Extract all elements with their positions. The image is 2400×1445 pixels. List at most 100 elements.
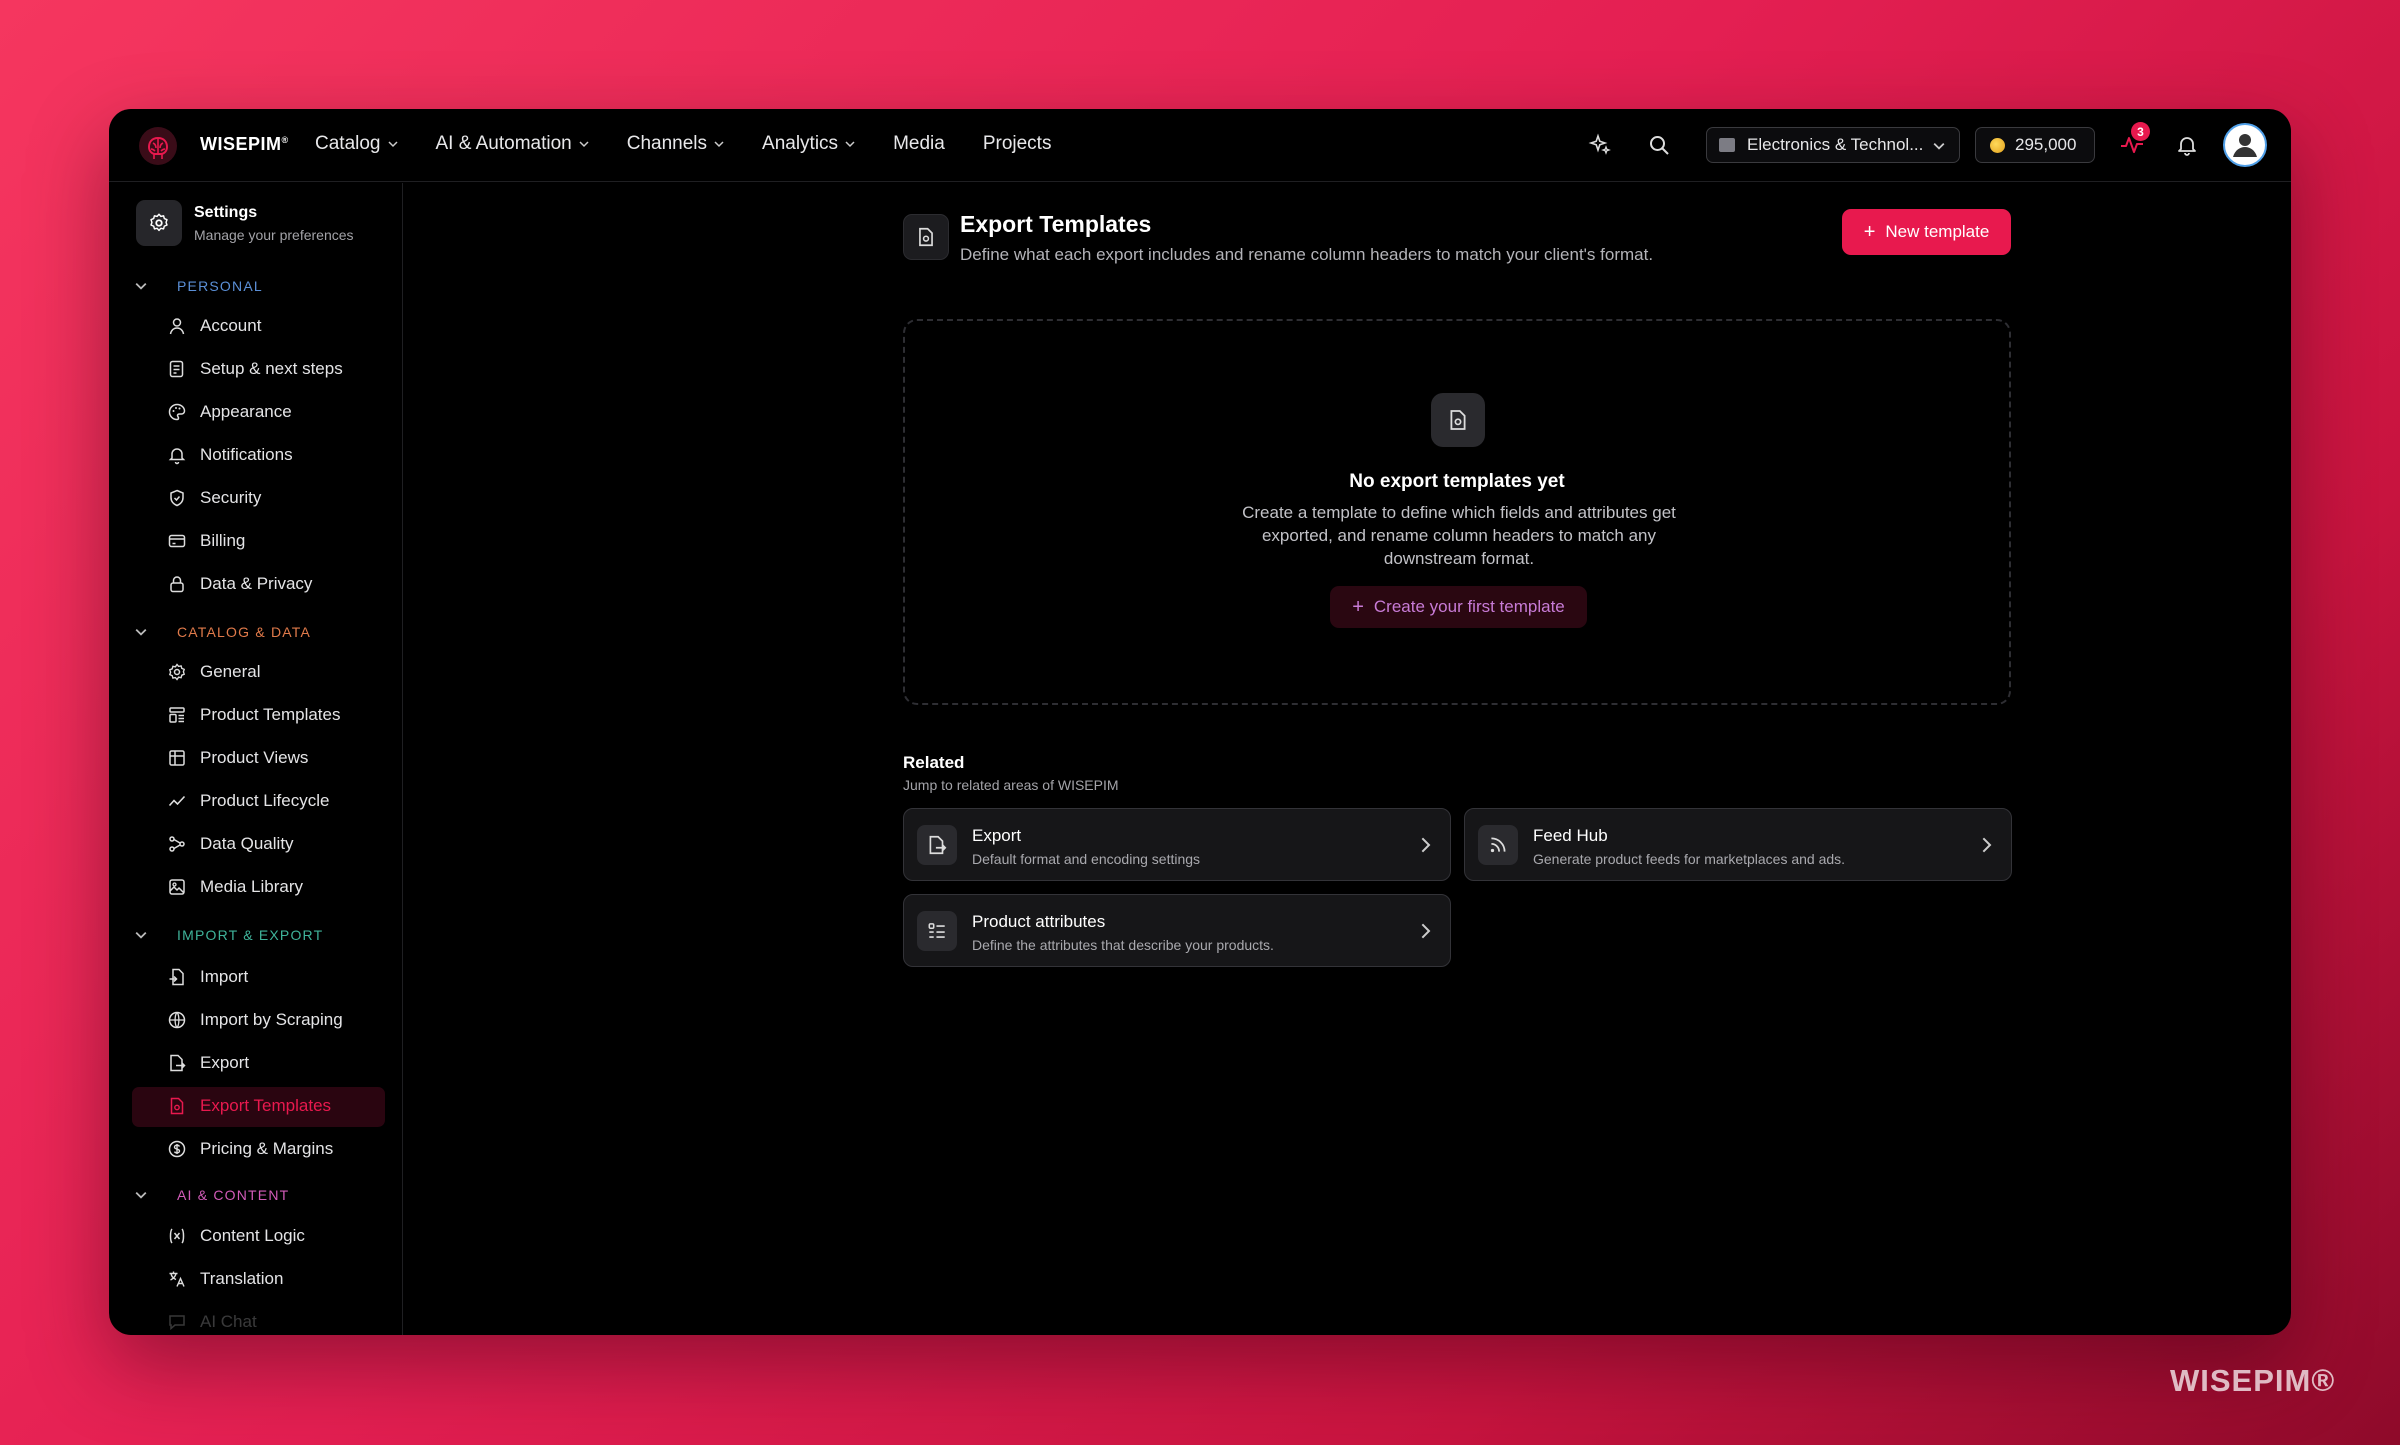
credits-balance[interactable]: 295,000 <box>1975 127 2095 163</box>
chevron-down-icon <box>714 141 724 148</box>
sidebar-item-general[interactable]: General <box>167 662 260 682</box>
settings-header: Settings Manage your preferences <box>136 200 354 246</box>
chevron-down-icon <box>579 141 589 148</box>
nav-catalog[interactable]: Catalog <box>315 133 398 155</box>
sidebar-item-setup[interactable]: Setup & next steps <box>167 359 343 379</box>
chevron-down-icon <box>135 628 147 636</box>
chevron-down-icon <box>135 282 147 290</box>
sidebar-item-export-templates[interactable]: Export Templates <box>167 1096 331 1116</box>
sidebar-item-notifications[interactable]: Notifications <box>167 445 293 465</box>
empty-state-description: Create a template to define which fields… <box>1242 503 1676 568</box>
lock-icon <box>170 576 184 593</box>
chat-icon <box>169 1315 185 1331</box>
sidebar-item-pricing-margins[interactable]: Pricing & Margins <box>167 1139 333 1159</box>
section-catalog-data[interactable]: CATALOG & DATA <box>135 624 311 640</box>
chevron-right-icon <box>1982 837 1992 853</box>
nav-analytics[interactable]: Analytics <box>762 133 855 155</box>
empty-state: No export templates yet Create a templat… <box>903 319 2011 705</box>
translate-icon <box>169 1271 185 1287</box>
related-card-feed-hub[interactable]: Feed Hub Generate product feeds for mark… <box>1464 808 2012 881</box>
brain-logo-icon[interactable] <box>137 125 179 167</box>
sidebar-item-import-scraping[interactable]: Import by Scraping <box>167 1010 343 1030</box>
sidebar-item-media-library[interactable]: Media Library <box>167 877 303 897</box>
palette-icon <box>168 403 186 421</box>
new-template-button[interactable]: + New template <box>1842 209 2011 255</box>
ai-sparkle-icon[interactable] <box>1585 130 1615 160</box>
sidebar-item-security[interactable]: Security <box>167 488 261 508</box>
search-icon[interactable] <box>1644 130 1674 160</box>
dollar-circle-icon <box>168 1140 186 1158</box>
settings-title: Settings <box>194 203 258 221</box>
user-icon <box>169 318 185 335</box>
table-icon <box>169 750 185 766</box>
sidebar-item-billing[interactable]: Billing <box>167 531 245 551</box>
chevron-down-icon <box>135 1191 147 1199</box>
sidebar-item-content-logic[interactable]: Content Logic <box>167 1226 305 1246</box>
nav-ai-automation[interactable]: AI & Automation <box>436 133 589 155</box>
file-export-icon <box>917 825 957 865</box>
nav-media[interactable]: Media <box>893 133 945 155</box>
chevron-down-icon <box>1933 142 1945 150</box>
chevron-right-icon <box>1421 923 1431 939</box>
chevron-down-icon <box>135 931 147 939</box>
card-title: Export <box>972 826 1022 845</box>
file-settings-icon <box>170 1097 184 1115</box>
related-card-export[interactable]: Export Default format and encoding setti… <box>903 808 1451 881</box>
brand-name[interactable]: WISEPIM® <box>200 134 289 155</box>
file-export-icon <box>170 1054 186 1072</box>
main-nav: Catalog AI & Automation Channels Analyti… <box>315 133 1089 155</box>
top-navigation: WISEPIM® Catalog AI & Automation Channel… <box>109 109 2291 182</box>
globe-icon <box>168 1011 186 1029</box>
card-description: Default format and encoding settings <box>972 851 1201 867</box>
sidebar-item-product-views[interactable]: Product Views <box>167 748 308 768</box>
sidebar-item-product-lifecycle[interactable]: Product Lifecycle <box>167 791 329 811</box>
list-icon <box>917 911 957 951</box>
section-personal[interactable]: PERSONAL <box>135 278 263 294</box>
sidebar-item-ai-chat[interactable]: AI Chat <box>167 1312 257 1332</box>
bell-icon <box>168 448 186 465</box>
related-title: Related <box>903 753 965 772</box>
gear-icon <box>168 663 186 681</box>
chevron-down-icon <box>387 141 398 148</box>
gear-icon <box>136 200 182 246</box>
related-subtitle: Jump to related areas of WISEPIM <box>903 777 1119 793</box>
settings-sidebar: Settings Manage your preferences PERSONA… <box>109 183 403 1335</box>
bell-icon[interactable] <box>2172 130 2202 160</box>
sidebar-item-export[interactable]: Export <box>167 1053 249 1073</box>
file-import-icon <box>169 968 184 986</box>
sidebar-item-import[interactable]: Import <box>167 967 248 987</box>
sidebar-item-appearance[interactable]: Appearance <box>167 402 292 422</box>
user-avatar[interactable] <box>2223 123 2267 167</box>
section-ai-content[interactable]: AI & CONTENT <box>135 1187 289 1203</box>
card-title: Product attributes <box>972 912 1106 931</box>
store-selector[interactable]: Electronics & Technol... <box>1706 127 1960 163</box>
page-subtitle: Define what each export includes and ren… <box>960 245 1654 264</box>
template-icon <box>169 707 185 723</box>
sidebar-item-product-templates[interactable]: Product Templates <box>167 705 340 725</box>
user-icon <box>2228 128 2262 162</box>
sidebar-item-data-quality[interactable]: Data Quality <box>167 834 294 854</box>
checklist-icon <box>169 360 184 378</box>
brand-watermark: WISEPIM® <box>2170 1363 2336 1398</box>
sidebar-item-data-privacy[interactable]: Data & Privacy <box>167 574 312 594</box>
nodes-icon <box>169 836 185 852</box>
related-card-product-attributes[interactable]: Product attributes Define the attributes… <box>903 894 1451 967</box>
sidebar-item-translation[interactable]: Translation <box>167 1269 283 1289</box>
store-flag-icon <box>1719 138 1735 152</box>
app-window: WISEPIM® Catalog AI & Automation Channel… <box>109 109 2291 1335</box>
card-description: Define the attributes that describe your… <box>972 937 1274 953</box>
card-title: Feed Hub <box>1533 826 1608 845</box>
nav-channels[interactable]: Channels <box>627 133 724 155</box>
create-first-template-button[interactable]: + Create your first template <box>1330 586 1587 628</box>
rss-icon <box>1478 825 1518 865</box>
file-settings-icon <box>903 214 949 260</box>
page-title: Export Templates <box>960 211 1152 237</box>
sidebar-item-account[interactable]: Account <box>167 316 261 336</box>
settings-subtitle: Manage your preferences <box>194 226 354 243</box>
image-icon <box>169 879 185 895</box>
trend-line-icon <box>168 795 186 807</box>
nav-projects[interactable]: Projects <box>983 133 1052 155</box>
shield-icon <box>170 489 184 507</box>
chevron-down-icon <box>845 141 855 148</box>
section-import-export[interactable]: IMPORT & EXPORT <box>135 927 323 943</box>
